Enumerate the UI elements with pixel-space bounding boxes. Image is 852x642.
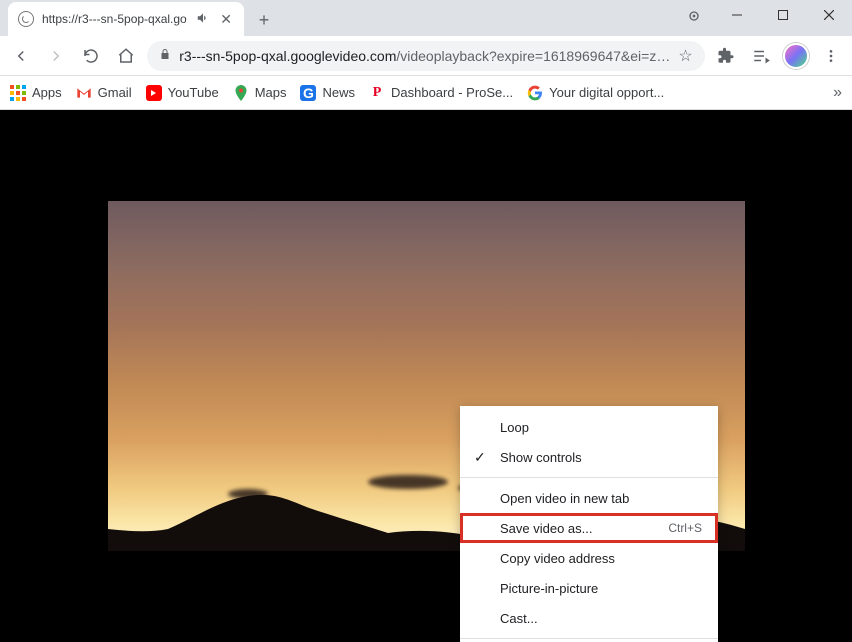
minimize-button[interactable]	[714, 0, 760, 30]
toolbar: r3---sn-5pop-qxal.googlevideo.com/videop…	[0, 36, 852, 76]
gmail-icon	[76, 85, 92, 101]
context-menu: Loop ✓ Show controls Open video in new t…	[460, 406, 718, 642]
forward-button[interactable]	[43, 42, 70, 70]
pinterest-icon: P	[369, 85, 385, 101]
ctx-label: Open video in new tab	[500, 491, 629, 506]
titlebar: https://r3---sn-5pop-qxal.go ✕ +	[0, 0, 852, 36]
ctx-label: Copy video address	[500, 551, 615, 566]
back-button[interactable]	[8, 42, 35, 70]
incognito-indicator-icon	[686, 8, 702, 24]
bookmark-label: Apps	[32, 85, 62, 100]
ctx-cast[interactable]: Cast...	[460, 603, 718, 633]
ctx-shortcut: Ctrl+S	[668, 521, 702, 535]
media-control-icon[interactable]	[748, 42, 775, 70]
ctx-copy-address[interactable]: Copy video address	[460, 543, 718, 573]
digital-bookmark[interactable]: Your digital opport...	[527, 85, 664, 101]
youtube-icon	[146, 85, 162, 101]
bookmark-label: Your digital opport...	[549, 85, 664, 100]
ctx-label: Picture-in-picture	[500, 581, 598, 596]
google-g-icon	[527, 85, 543, 101]
bookmark-label: Maps	[255, 85, 287, 100]
address-bar[interactable]: r3---sn-5pop-qxal.googlevideo.com/videop…	[147, 41, 704, 71]
gmail-bookmark[interactable]: Gmail	[76, 85, 132, 101]
bookmark-label: YouTube	[168, 85, 219, 100]
browser-tab[interactable]: https://r3---sn-5pop-qxal.go ✕	[8, 2, 244, 36]
maximize-button[interactable]	[760, 0, 806, 30]
reload-button[interactable]	[78, 42, 105, 70]
news-bookmark[interactable]: G News	[300, 85, 355, 101]
ctx-picture-in-picture[interactable]: Picture-in-picture	[460, 573, 718, 603]
separator	[460, 638, 718, 639]
ctx-loop[interactable]: Loop	[460, 412, 718, 442]
ctx-label: Loop	[500, 420, 529, 435]
audio-muted-icon[interactable]	[196, 11, 210, 28]
tab-title: https://r3---sn-5pop-qxal.go	[42, 12, 188, 26]
ctx-label: Show controls	[500, 450, 582, 465]
bookmark-label: Dashboard - ProSe...	[391, 85, 513, 100]
globe-icon	[18, 11, 34, 27]
apps-grid-icon	[10, 85, 26, 101]
youtube-bookmark[interactable]: YouTube	[146, 85, 219, 101]
maps-pin-icon	[233, 85, 249, 101]
tab-close-icon[interactable]: ✕	[218, 11, 234, 28]
bookmark-star-icon[interactable]: ☆	[678, 46, 692, 66]
ctx-label: Cast...	[500, 611, 538, 626]
extensions-icon[interactable]	[713, 42, 740, 70]
home-button[interactable]	[112, 42, 139, 70]
checkmark-icon: ✓	[474, 449, 486, 466]
separator	[460, 477, 718, 478]
bookmarks-bar: Apps Gmail YouTube Maps G News P Dashboa…	[0, 76, 852, 110]
window-controls	[714, 0, 852, 30]
dashboard-bookmark[interactable]: P Dashboard - ProSe...	[369, 85, 513, 101]
bookmark-label: Gmail	[98, 85, 132, 100]
apps-bookmark[interactable]: Apps	[10, 85, 62, 101]
ctx-label: Save video as...	[500, 521, 593, 536]
bookmark-label: News	[322, 85, 355, 100]
profile-avatar[interactable]	[782, 42, 809, 70]
lock-icon	[159, 47, 171, 64]
close-window-button[interactable]	[806, 0, 852, 30]
maps-bookmark[interactable]: Maps	[233, 85, 287, 101]
bookmarks-overflow-icon[interactable]: »	[833, 84, 842, 102]
url-text: r3---sn-5pop-qxal.googlevideo.com/videop…	[179, 48, 670, 64]
new-tab-button[interactable]: +	[250, 6, 278, 34]
ctx-open-new-tab[interactable]: Open video in new tab	[460, 483, 718, 513]
ctx-save-video-as[interactable]: Save video as... Ctrl+S	[460, 513, 718, 543]
news-icon: G	[300, 85, 316, 101]
ctx-show-controls[interactable]: ✓ Show controls	[460, 442, 718, 472]
menu-icon[interactable]	[817, 42, 844, 70]
content-area: Loop ✓ Show controls Open video in new t…	[0, 110, 852, 642]
